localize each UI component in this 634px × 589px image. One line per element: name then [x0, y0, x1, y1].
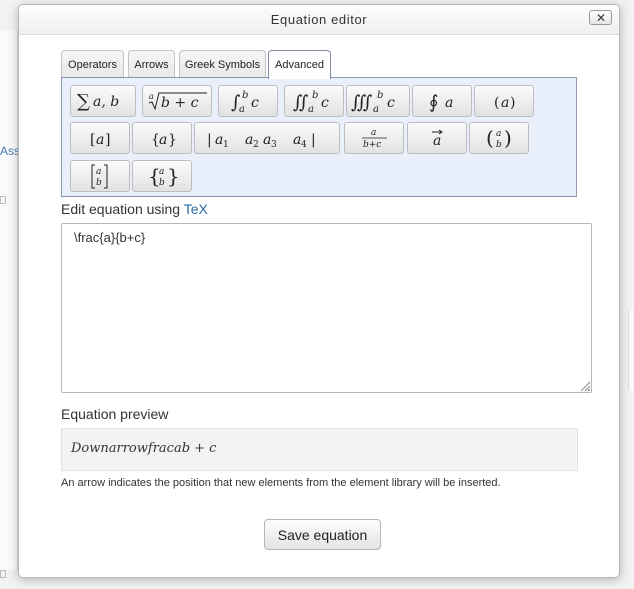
svg-text:|: |: [207, 132, 212, 148]
brace-matrix-icon: { a b }: [148, 164, 180, 188]
nth-root-button[interactable]: a b + c: [142, 85, 212, 117]
save-equation-button[interactable]: Save equation: [264, 519, 381, 550]
svg-text:∬: ∬: [293, 92, 309, 113]
sum-button[interactable]: ∑ a, b: [70, 85, 136, 117]
close-button[interactable]: ✕: [589, 10, 612, 25]
svg-text:a: a: [373, 104, 379, 114]
matrix-icon: | a 1 a 2 a 3 a 4 |: [207, 132, 316, 150]
svg-text:b: b: [242, 90, 248, 101]
svg-text:a: a: [445, 95, 453, 111]
fraction-button[interactable]: a b+c: [344, 122, 404, 154]
curly-braces-button[interactable]: { a }: [132, 122, 192, 154]
dialog-titlebar: Equation editor ✕: [19, 5, 619, 35]
svg-text:b+c: b+c: [363, 140, 381, 150]
equation-editor-dialog: Equation editor ✕ Operators Arrows Greek…: [18, 4, 620, 578]
svg-text:c: c: [321, 95, 329, 111]
svg-text:): ): [504, 126, 512, 150]
background-edge: [628, 310, 634, 390]
background-marker: [0, 570, 6, 578]
parentheses-button[interactable]: ( a ): [474, 85, 534, 117]
svg-text:a: a: [96, 167, 101, 177]
svg-text:3: 3: [271, 140, 277, 150]
resize-grip-icon[interactable]: [579, 380, 591, 392]
integral-icon: ∫ b a c: [231, 90, 259, 114]
vector-arrow-icon: a: [432, 129, 443, 149]
insertion-hint: An arrow indicates the position that new…: [61, 477, 501, 489]
svg-text:b + c: b + c: [161, 95, 199, 111]
svg-text:∭: ∭: [351, 92, 373, 113]
background-sidebar: [0, 30, 18, 570]
svg-text:a: a: [159, 132, 167, 148]
equation-preview: Downarrowfracab + c: [61, 428, 578, 471]
svg-text:b: b: [312, 90, 318, 101]
svg-text:}: }: [167, 164, 180, 188]
svg-text:a: a: [159, 167, 164, 177]
tex-help-link[interactable]: TeX: [184, 201, 208, 217]
binomial-button[interactable]: ( a b ): [469, 122, 529, 154]
svg-text:c: c: [387, 95, 395, 111]
tab-advanced[interactable]: Advanced: [268, 50, 331, 79]
svg-text:b: b: [377, 90, 383, 101]
svg-text:(: (: [494, 95, 499, 111]
tab-operators[interactable]: Operators: [61, 50, 124, 78]
symbol-palette: ∑ a, b a b + c ∫ b a c ∬ b a c ∭ b a c ∮…: [61, 77, 577, 197]
nth-root-icon: a b + c: [148, 92, 207, 111]
svg-text:}: }: [168, 132, 177, 148]
svg-text:a, b: a, b: [93, 94, 119, 110]
tex-input[interactable]: \frac{a}{b+c}: [61, 223, 592, 393]
parentheses-icon: ( a ): [494, 95, 515, 111]
edit-equation-label: Edit equation using TeX: [61, 201, 208, 217]
background-text-fragment: Ass: [0, 144, 21, 158]
tab-greek-symbols[interactable]: Greek Symbols: [179, 50, 266, 78]
svg-text:∮: ∮: [429, 92, 438, 113]
svg-text:a: a: [96, 132, 104, 148]
fraction-icon: a b+c: [362, 128, 387, 150]
svg-text:b: b: [159, 178, 165, 188]
svg-text:1: 1: [223, 140, 229, 150]
svg-text:a: a: [496, 129, 501, 139]
square-brackets-button[interactable]: [ a ]: [70, 122, 130, 154]
integral-button[interactable]: ∫ b a c: [218, 85, 278, 117]
vector-button[interactable]: a: [407, 122, 467, 154]
svg-text:a: a: [149, 92, 154, 101]
bracket-matrix-button[interactable]: a b: [70, 160, 130, 192]
brace-matrix-button[interactable]: { a b }: [132, 160, 192, 192]
sum-icon: ∑ a, b: [77, 91, 119, 112]
triple-integral-button[interactable]: ∭ b a c: [346, 85, 410, 117]
tab-arrows[interactable]: Arrows: [128, 50, 175, 78]
square-brackets-icon: [ a ]: [90, 132, 110, 148]
matrix-button[interactable]: | a 1 a 2 a 3 a 4 |: [194, 122, 340, 154]
svg-text:∑: ∑: [77, 91, 90, 112]
svg-text:a: a: [371, 128, 376, 138]
curly-braces-icon: { a }: [151, 132, 177, 148]
svg-text:]: ]: [105, 132, 110, 148]
svg-text:c: c: [251, 95, 259, 111]
dialog-title: Equation editor: [270, 12, 368, 27]
svg-text:(: (: [486, 126, 494, 150]
svg-text:b: b: [96, 178, 102, 188]
svg-text:4: 4: [301, 140, 307, 150]
svg-text:2: 2: [253, 140, 259, 150]
background-marker: [0, 196, 6, 204]
svg-text:|: |: [311, 132, 316, 148]
svg-text:a: a: [501, 95, 509, 111]
svg-text:a: a: [308, 104, 314, 114]
svg-text:[: [: [90, 132, 95, 148]
binomial-icon: ( a b ): [486, 126, 512, 150]
contour-integral-icon: ∮ a: [429, 92, 453, 113]
svg-text:a: a: [433, 133, 441, 149]
equation-preview-label: Equation preview: [61, 406, 169, 422]
svg-text:): ): [510, 95, 515, 111]
double-integral-icon: ∬ b a c: [293, 90, 329, 114]
svg-text:b: b: [496, 140, 502, 150]
edit-equation-label-text: Edit equation using: [61, 201, 184, 217]
double-integral-button[interactable]: ∬ b a c: [284, 85, 344, 117]
triple-integral-icon: ∭ b a c: [351, 90, 395, 114]
contour-integral-button[interactable]: ∮ a: [412, 85, 472, 117]
bracket-matrix-icon: a b: [91, 164, 108, 189]
svg-text:a: a: [239, 104, 245, 114]
